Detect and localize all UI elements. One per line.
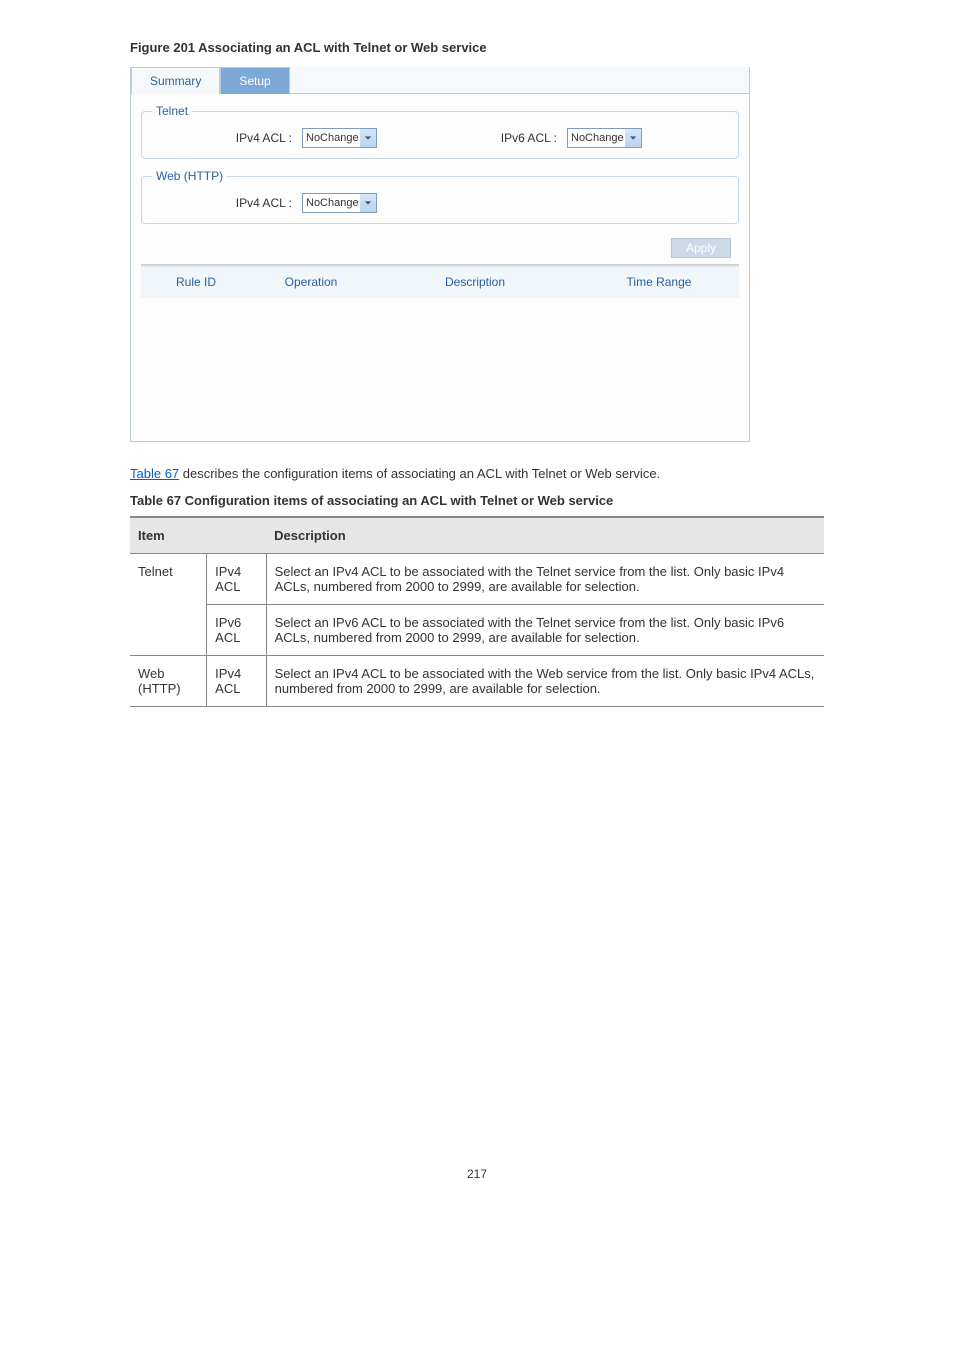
- cell-subitem: IPv6 ACL: [207, 605, 266, 656]
- cell-group-telnet: Telnet: [130, 554, 207, 656]
- page-number: 217: [130, 1167, 824, 1181]
- telnet-ipv4-value: NoChange: [306, 132, 359, 144]
- chevron-down-icon: [360, 129, 376, 147]
- telnet-ipv4-select[interactable]: NoChange: [302, 128, 377, 148]
- col-operation: Operation: [251, 267, 371, 297]
- config-items-table: Item Description Telnet IPv4 ACL Select …: [130, 516, 824, 707]
- table-reference-link[interactable]: Table 67: [130, 466, 179, 481]
- intro-paragraph: Table 67 describes the configuration ite…: [130, 466, 824, 481]
- web-ipv4-select[interactable]: NoChange: [302, 193, 377, 213]
- table-row: Telnet IPv4 ACL Select an IPv4 ACL to be…: [130, 554, 824, 605]
- table-caption: Table 67 Configuration items of associat…: [130, 493, 824, 508]
- cell-group-web: Web (HTTP): [130, 656, 207, 707]
- group-telnet-legend: Telnet: [152, 104, 192, 118]
- table-row: Web (HTTP) IPv4 ACL Select an IPv4 ACL t…: [130, 656, 824, 707]
- telnet-ipv6-label: IPv6 ACL :: [487, 131, 557, 145]
- cell-subitem: IPv4 ACL: [207, 554, 266, 605]
- rule-table-header: Rule ID Operation Description Time Range: [141, 266, 739, 297]
- rule-table-body-empty: [141, 297, 739, 427]
- cell-text: Select an IPv6 ACL to be associated with…: [266, 605, 824, 656]
- cell-text: Select an IPv4 ACL to be associated with…: [266, 656, 824, 707]
- cell-text: Select an IPv4 ACL to be associated with…: [266, 554, 824, 605]
- chevron-down-icon: [360, 194, 376, 212]
- tab-strip-remainder: [290, 67, 749, 94]
- col-time-range: Time Range: [579, 267, 739, 297]
- col-rule-id: Rule ID: [141, 267, 251, 297]
- header-item: Item: [130, 517, 266, 554]
- table-row: IPv6 ACL Select an IPv6 ACL to be associ…: [130, 605, 824, 656]
- col-description: Description: [371, 267, 579, 297]
- header-description: Description: [266, 517, 824, 554]
- web-ipv4-value: NoChange: [306, 197, 359, 209]
- ui-screenshot-panel: Summary Setup Telnet IPv4 ACL : NoChange…: [130, 67, 750, 442]
- tab-setup[interactable]: Setup: [220, 67, 289, 94]
- tab-summary[interactable]: Summary: [131, 67, 220, 94]
- telnet-ipv6-value: NoChange: [571, 132, 624, 144]
- group-web-legend: Web (HTTP): [152, 169, 227, 183]
- group-web-http: Web (HTTP) IPv4 ACL : NoChange: [141, 169, 739, 224]
- apply-button[interactable]: Apply: [671, 238, 731, 258]
- telnet-ipv4-label: IPv4 ACL :: [222, 131, 292, 145]
- intro-suffix: describes the configuration items of ass…: [179, 466, 660, 481]
- group-telnet: Telnet IPv4 ACL : NoChange IPv6 ACL : No…: [141, 104, 739, 159]
- chevron-down-icon: [625, 129, 641, 147]
- figure-caption: Figure 201 Associating an ACL with Telne…: [130, 40, 824, 55]
- tab-row: Summary Setup: [131, 67, 749, 94]
- web-ipv4-label: IPv4 ACL :: [222, 196, 292, 210]
- cell-subitem: IPv4 ACL: [207, 656, 266, 707]
- telnet-ipv6-select[interactable]: NoChange: [567, 128, 642, 148]
